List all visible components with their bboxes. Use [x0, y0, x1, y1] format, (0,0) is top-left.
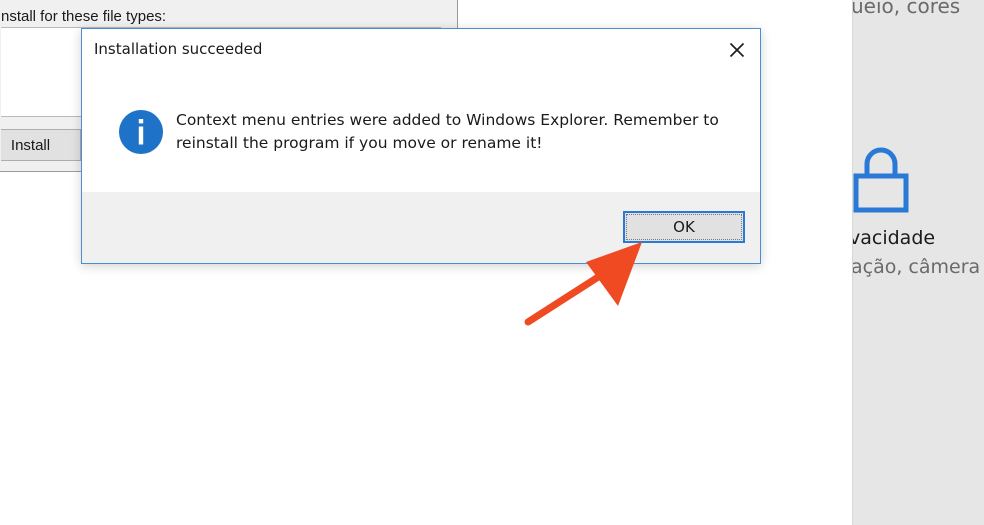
info-icon [118, 109, 164, 155]
lock-icon [853, 142, 909, 214]
settings-item-privacy-title[interactable]: vacidade [853, 227, 935, 249]
close-icon [729, 42, 745, 58]
settings-item-subtext: ueio, cores [852, 0, 961, 18]
file-types-label: nstall for these file types: [1, 8, 167, 25]
close-button[interactable] [724, 37, 750, 63]
dialog-message: Context menu entries were added to Windo… [176, 111, 719, 152]
dialog-title: Installation succeeded [94, 40, 263, 58]
dialog-footer: OK [82, 192, 760, 263]
installation-succeeded-dialog: Installation succeeded Context menu entr… [81, 28, 761, 264]
ok-button[interactable]: OK [623, 211, 745, 243]
install-button[interactable]: Install [1, 129, 81, 161]
settings-panel: ueio, cores vacidade ação, câmera [852, 0, 984, 525]
settings-item-privacy-subtext: ação, câmera [852, 256, 981, 278]
